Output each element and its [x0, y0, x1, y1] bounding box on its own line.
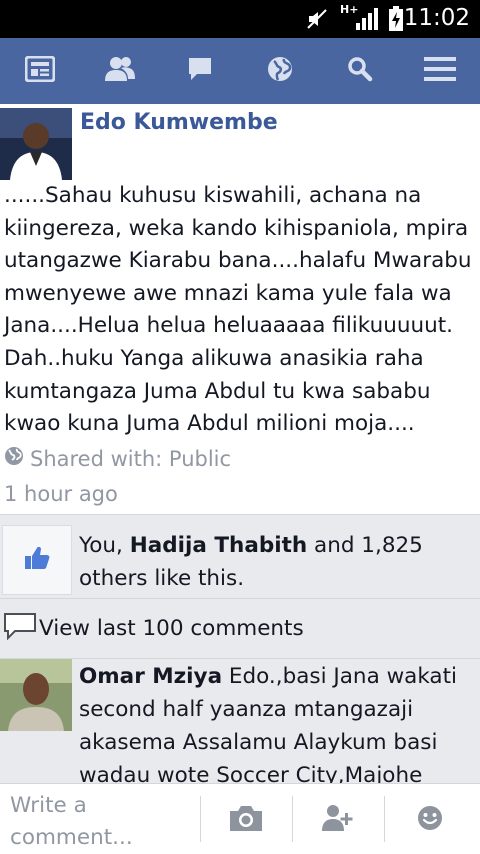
feedback-section: You, Hadija Thabith and 1,825 others lik…	[0, 514, 480, 785]
signal-icon	[355, 7, 381, 35]
notifications-icon	[266, 55, 294, 87]
divider	[200, 796, 201, 842]
divider	[384, 796, 385, 842]
nav-friends[interactable]	[80, 38, 160, 104]
like-button[interactable]	[2, 525, 72, 595]
commenter-name[interactable]: Omar Mziya	[79, 664, 222, 689]
tag-friends-button[interactable]	[295, 798, 381, 842]
comment-composer: Write a comment...	[0, 783, 480, 854]
nav-search[interactable]	[320, 38, 400, 104]
privacy-label: Shared with: Public	[30, 446, 232, 471]
post-timestamp[interactable]: 1 hour ago	[4, 482, 118, 506]
nav-menu[interactable]	[400, 38, 480, 104]
view-comments-label: View last 100 comments	[39, 616, 304, 641]
nav-notifications[interactable]	[240, 38, 320, 104]
likes-summary[interactable]: You, Hadija Thabith and 1,825 others lik…	[79, 529, 469, 595]
mute-icon	[305, 7, 329, 35]
messages-icon	[187, 56, 213, 86]
search-icon	[347, 56, 373, 86]
liker-name[interactable]: Hadija Thabith	[130, 533, 307, 558]
post-privacy: Shared with: Public	[4, 446, 231, 471]
author-avatar[interactable]	[0, 108, 72, 180]
camera-icon	[228, 804, 264, 836]
status-bar: H+ 11:02	[0, 0, 480, 38]
battery-charging-icon	[388, 6, 404, 36]
nav-messages[interactable]	[160, 38, 240, 104]
comment-item: Omar Mziya Edo.,basi Jana wakati second …	[0, 659, 480, 785]
top-nav-bar	[0, 38, 480, 104]
comment-input[interactable]: Write a comment...	[10, 790, 190, 854]
globe-icon	[4, 446, 24, 471]
comment-bubble-icon	[3, 612, 37, 646]
likes-row: You, Hadija Thabith and 1,825 others lik…	[0, 515, 480, 599]
add-person-icon	[321, 804, 355, 836]
sticker-button[interactable]	[387, 798, 473, 842]
thumbs-up-icon	[24, 545, 50, 575]
nav-news-feed[interactable]	[0, 38, 80, 104]
menu-icon	[424, 56, 456, 86]
likes-prefix: You,	[79, 533, 130, 558]
comment-body: Omar Mziya Edo.,basi Jana wakati second …	[79, 660, 474, 785]
news-feed-icon	[24, 55, 56, 86]
smiley-icon	[416, 804, 444, 836]
post-body-text: ......Sahau kuhusu kiswahili, achana na …	[4, 183, 472, 437]
commenter-avatar[interactable]	[0, 659, 72, 731]
post-author-name[interactable]: Edo Kumwembe	[80, 110, 278, 135]
divider	[292, 796, 293, 842]
friends-icon	[104, 56, 136, 86]
view-previous-comments[interactable]: View last 100 comments	[0, 599, 480, 659]
post: Edo Kumwembe ......Sahau kuhusu kiswahil…	[0, 104, 480, 514]
add-photo-button[interactable]	[203, 798, 289, 842]
clock: 11:02	[403, 5, 470, 31]
